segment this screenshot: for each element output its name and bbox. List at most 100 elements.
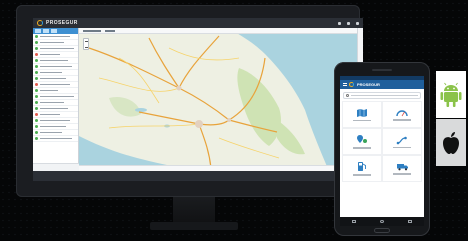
status-dot-icon [35, 35, 38, 38]
speedometer-icon [396, 110, 408, 117]
logout-icon[interactable] [356, 21, 359, 25]
app-header: PROSEGUR [33, 18, 363, 28]
vehicle-name-text [40, 137, 72, 140]
tab-alerts[interactable] [51, 29, 57, 33]
monitor-stand [173, 197, 215, 225]
tile-map[interactable] [342, 101, 382, 128]
vehicle-list [33, 34, 78, 142]
tile-caption [393, 146, 411, 149]
status-dot-icon [35, 89, 38, 92]
status-dot-icon [35, 95, 38, 98]
status-dot-icon [35, 53, 38, 56]
vehicle-name-text [40, 83, 70, 86]
lake [135, 108, 147, 112]
back-icon[interactable] [352, 220, 356, 223]
status-dot-icon [35, 107, 38, 110]
desktop-screen: PROSEGUR [33, 18, 363, 181]
apple-icon [443, 131, 459, 154]
phone-speaker [372, 69, 392, 71]
map-toolbar [79, 28, 357, 34]
route-icon [396, 136, 407, 145]
phone-nav-bar [340, 217, 424, 226]
location-pin-icon [357, 135, 367, 144]
tile-fleet[interactable] [382, 155, 422, 182]
phone-app-bar: PROSEGUR [340, 80, 424, 89]
tile-location[interactable] [342, 128, 382, 155]
status-dot-icon [35, 113, 38, 116]
user-icon[interactable] [338, 21, 341, 25]
tile-speed[interactable] [382, 101, 422, 128]
search-placeholder-line [351, 95, 418, 96]
forest-area [277, 120, 305, 155]
vehicle-name-text [40, 131, 62, 134]
vehicle-name-text [40, 119, 70, 122]
settings-icon[interactable] [347, 21, 350, 25]
monitor-base [150, 222, 238, 230]
status-dot-icon [35, 131, 38, 134]
fuel-pump-icon [358, 162, 366, 172]
vehicle-sidebar [33, 28, 79, 171]
tile-caption [353, 174, 371, 176]
map-zoom-control[interactable] [83, 38, 89, 50]
tile-caption [353, 119, 371, 122]
city-area [227, 118, 231, 122]
vehicle-name-text [40, 65, 72, 68]
tile-caption [353, 147, 371, 149]
vehicle-name-text [40, 125, 66, 128]
sidebar-footer [33, 163, 79, 171]
vehicle-name-text [40, 101, 64, 104]
phone-screen: PROSEGUR [340, 76, 424, 226]
recent-apps-icon[interactable] [408, 220, 412, 223]
desktop-monitor: PROSEGUR [16, 5, 363, 197]
app-logo-icon [37, 20, 43, 26]
apple-badge [436, 119, 466, 166]
tile-fuel[interactable] [342, 155, 382, 182]
map-icon [357, 108, 367, 117]
tab-vehicles[interactable] [35, 29, 41, 33]
android-badge [436, 71, 466, 118]
tab-groups[interactable] [43, 29, 49, 33]
status-dot-icon [35, 119, 38, 122]
app-footer [33, 171, 363, 181]
forest-area [237, 68, 281, 146]
toolbar-item[interactable] [83, 30, 101, 32]
status-dot-icon [35, 101, 38, 104]
phone-home-button[interactable] [374, 228, 390, 233]
truck-icon [396, 164, 408, 171]
phone-menu-grid [342, 101, 422, 182]
sidebar-vehicle-row[interactable] [33, 136, 78, 142]
vehicle-name-text [40, 89, 58, 92]
header-icons [338, 21, 359, 25]
android-icon [440, 82, 462, 107]
map-view[interactable] [79, 28, 357, 171]
mobile-phone: PROSEGUR [334, 62, 430, 236]
map-canvas [79, 28, 357, 171]
search-icon [346, 94, 349, 97]
status-dot-icon [35, 77, 38, 80]
status-dot-icon [35, 65, 38, 68]
vehicle-name-text [40, 59, 68, 62]
city-area [195, 120, 203, 128]
vehicle-name-text [40, 47, 74, 50]
app-logo-icon [349, 82, 354, 87]
tile-route[interactable] [382, 128, 422, 155]
status-dot-icon [35, 125, 38, 128]
menu-icon[interactable] [343, 83, 347, 86]
vehicle-name-text [40, 53, 60, 56]
vehicle-name-text [40, 41, 64, 44]
app-title: PROSEGUR [46, 20, 78, 26]
vehicle-name-text [40, 113, 60, 116]
phone-search-input[interactable] [343, 92, 421, 99]
toolbar-item[interactable] [105, 30, 115, 32]
vehicle-name-text [40, 77, 66, 80]
vehicle-name-text [40, 71, 62, 74]
status-dot-icon [35, 59, 38, 62]
home-icon[interactable] [380, 220, 384, 223]
tile-caption [393, 119, 411, 121]
status-dot-icon [35, 137, 38, 140]
vehicle-name-text [40, 107, 68, 110]
status-dot-icon [35, 83, 38, 86]
status-dot-icon [35, 41, 38, 44]
city-area [176, 85, 182, 91]
phone-app-title: PROSEGUR [357, 82, 380, 87]
